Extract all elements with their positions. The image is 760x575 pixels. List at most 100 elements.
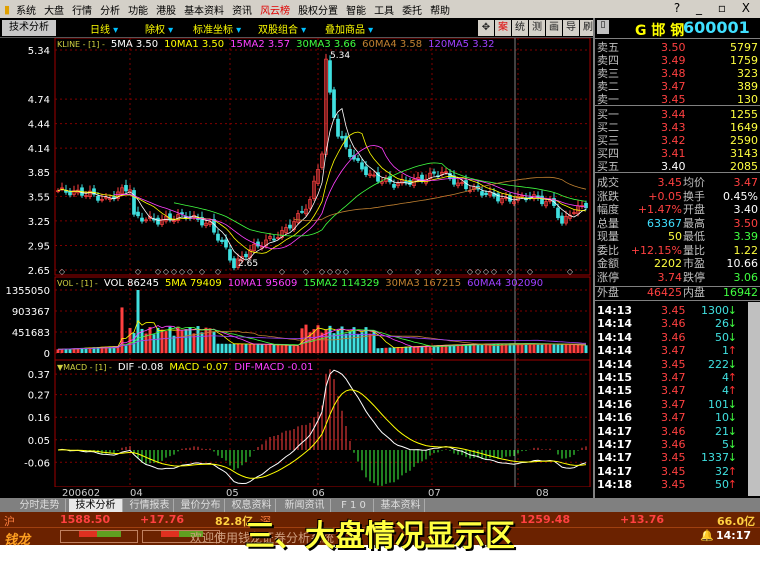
tick-time: 14:14 (597, 330, 633, 344)
event-marker-icon[interactable]: ◇ (187, 267, 194, 276)
menu-item[interactable]: 股权分置 (298, 2, 338, 17)
volume-bar (532, 343, 536, 353)
kline-chart[interactable]: 5.34 4.74 4.44 4.14 3.85 3.55 3.25 2.95 2.65 KLIN… (0, 37, 593, 499)
event-marker-icon[interactable]: ◇ (319, 267, 326, 276)
menu-item[interactable]: 风云榜 (260, 2, 290, 17)
order-price: 3.47 (661, 80, 686, 93)
volume-tick: 1355050 (5, 286, 50, 297)
inner-volume: 16942 (723, 286, 758, 299)
event-marker-icon[interactable]: ◇ (59, 267, 66, 276)
event-marker-icon[interactable]: ◇ (387, 267, 394, 276)
menu-item[interactable]: 大盘 (44, 2, 64, 17)
tool-icon[interactable]: 导 (563, 20, 579, 36)
date-tick: 07 (428, 488, 441, 498)
event-marker-icon[interactable]: ◇ (335, 267, 342, 276)
bottom-tab[interactable]: 分时走势 (14, 499, 66, 512)
event-marker-icon[interactable]: ◇ (303, 267, 310, 276)
stat-value: +0.05 (648, 189, 682, 203)
sh-change: +17.76 (140, 513, 185, 526)
candle (272, 238, 276, 241)
order-volume: 5797 (730, 41, 758, 54)
event-marker-icon[interactable]: ◇ (527, 267, 534, 276)
volume-bar (476, 344, 480, 353)
sz-price: 1259.48 (520, 513, 571, 526)
tool-icon[interactable]: 统 (512, 20, 528, 36)
alarm-icon[interactable]: 🔔 (700, 529, 714, 542)
tool-icon[interactable]: ✥ (478, 20, 494, 36)
arrow-down-icon: ↓ (727, 330, 737, 344)
menu-item[interactable]: 功能 (128, 2, 148, 17)
stat-value: 3.45 (657, 176, 683, 189)
event-marker-icon[interactable]: ◇ (415, 267, 422, 276)
tool-icon[interactable]: 画 (546, 20, 562, 36)
tick-scrollbar[interactable] (748, 302, 760, 496)
menu-item[interactable]: 帮助 (430, 2, 450, 17)
order-volume: 323 (737, 67, 758, 80)
indicator-value: 15MA2 114329 (303, 278, 379, 289)
order-price: 3.41 (661, 147, 686, 160)
chart-toolbar: 技术分析 ✥ 案统测画导刷 日线 ▾ 除权 ▾ 标准坐标 ▾ 双股组合 ▾ 叠加商品 ▾ (0, 18, 596, 38)
volume-bar (584, 345, 588, 353)
bottom-tab[interactable]: 行情报表 (126, 499, 174, 512)
menu-item[interactable]: 分析 (100, 2, 120, 17)
menu-item[interactable]: 港股 (156, 2, 176, 17)
tool-icon[interactable]: 案 (495, 20, 511, 36)
window-controls[interactable]: ? _ ▫ X (674, 1, 756, 15)
event-marker-icon[interactable]: ◇ (163, 267, 170, 276)
candle (288, 224, 292, 229)
event-marker-icon[interactable]: ◇ (199, 267, 206, 276)
event-marker-icon[interactable]: ◇ (567, 267, 574, 276)
panel-toggle-icon[interactable]: ▯ (597, 20, 609, 34)
menu-item[interactable]: 行情 (72, 2, 92, 17)
tick-price: 3.45 (661, 478, 686, 492)
event-marker-icon[interactable]: ◇ (179, 267, 186, 276)
event-marker-icon[interactable]: ◇ (279, 267, 286, 276)
order-label: 买二 (597, 121, 619, 134)
event-marker-icon[interactable]: ◇ (135, 267, 142, 276)
event-marker-icon[interactable]: ◇ (171, 267, 178, 276)
macd-tick: 0.05 (28, 436, 50, 447)
order-price: 3.50 (661, 41, 686, 54)
candle (96, 196, 100, 201)
volume-bar (224, 343, 228, 353)
event-marker-icon[interactable]: ◇ (491, 267, 498, 276)
menu-item[interactable]: 智能 (346, 2, 366, 17)
bid-row: 买三 3.42 2590 (597, 134, 760, 147)
tool-icon[interactable]: 测 (529, 20, 545, 36)
stat-label: 跌停 (683, 270, 705, 284)
candle (356, 158, 360, 161)
bottom-tab[interactable]: 技术分析 (69, 499, 123, 512)
event-marker-icon[interactable]: ◇ (475, 267, 482, 276)
menu-item[interactable]: 资讯 (232, 2, 252, 17)
toolbar-menu[interactable]: 除权 ▾ (145, 21, 173, 36)
event-marker-icon[interactable]: ◇ (507, 267, 514, 276)
toolbar-menu[interactable]: 双股组合 ▾ (258, 21, 306, 36)
toolbar-menu[interactable]: 叠加商品 ▾ (325, 21, 373, 36)
menu-item[interactable]: 委托 (402, 2, 422, 17)
event-marker-icon[interactable]: ◇ (483, 267, 490, 276)
macd-tick: 0.27 (28, 391, 50, 402)
menu-item[interactable]: 基本资料 (184, 2, 224, 17)
menu-item[interactable]: 系统 (16, 2, 36, 17)
volume-bar (556, 344, 560, 353)
tick-price: 3.46 (661, 330, 686, 344)
event-marker-icon[interactable]: ◇ (215, 267, 222, 276)
toolbar-menu[interactable]: 标准坐标 ▾ (193, 21, 241, 36)
stat-label: 开盘 (683, 203, 705, 216)
tick-row: 14:17 3.45 32 ↑ (597, 465, 747, 478)
stat-value: 1.22 (733, 243, 759, 257)
menu-item[interactable]: 工具 (374, 2, 394, 17)
tick-time: 14:14 (597, 317, 633, 331)
event-marker-icon[interactable]: ◇ (467, 267, 474, 276)
stat-row: 现量 50 最低 3.39 (597, 230, 760, 243)
volume-bar (168, 326, 172, 353)
toolbar-menu[interactable]: 日线 ▾ (90, 21, 118, 36)
event-marker-icon[interactable]: ◇ (155, 267, 162, 276)
tick-row: 14:14 3.45 222 ↓ (597, 358, 747, 371)
volume-bar (288, 345, 292, 353)
bottom-tab[interactable]: 量价分布 (177, 499, 225, 512)
tech-analysis-button[interactable]: 技术分析 (2, 20, 56, 36)
event-marker-icon[interactable]: ◇ (327, 267, 334, 276)
event-marker-icon[interactable]: ◇ (343, 267, 350, 276)
event-marker-icon[interactable]: ◇ (435, 267, 442, 276)
